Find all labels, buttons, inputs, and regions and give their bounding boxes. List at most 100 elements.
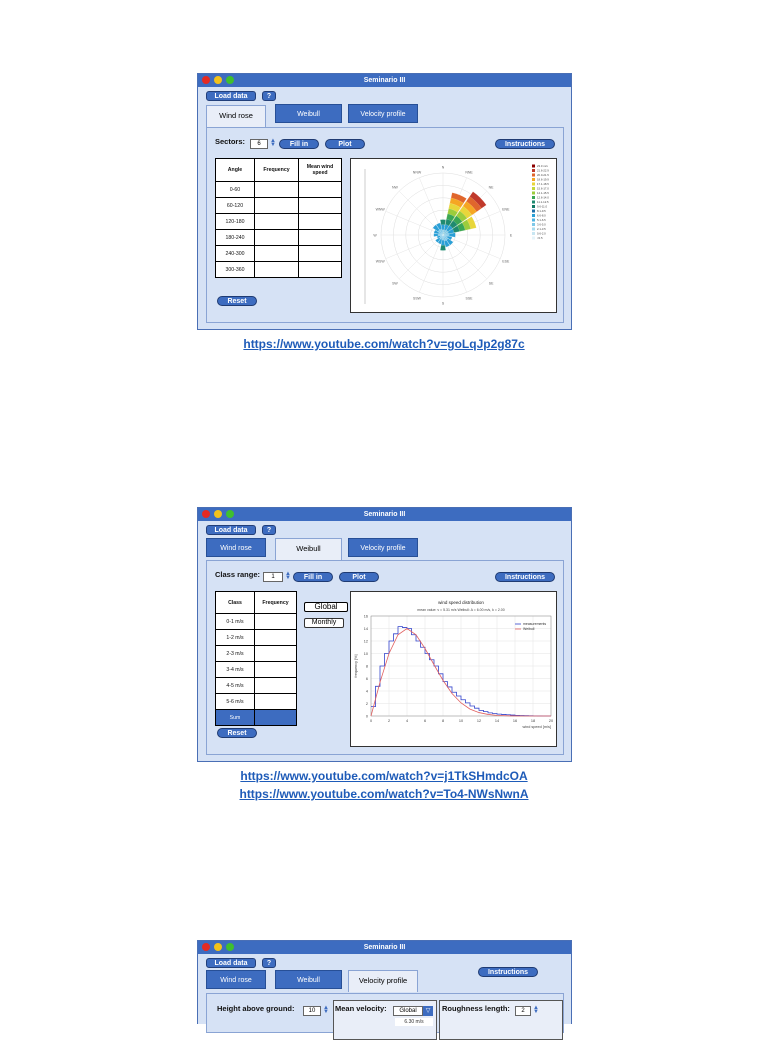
- frequency-cell[interactable]: [254, 645, 297, 662]
- tab-weibull[interactable]: Weibull: [275, 538, 342, 560]
- frequency-cell[interactable]: [254, 181, 299, 198]
- mean-speed-cell[interactable]: [298, 181, 342, 198]
- mean-speed-cell[interactable]: [298, 229, 342, 246]
- rose-legend-label: <0.5: [537, 236, 543, 240]
- mean-speed-cell[interactable]: [298, 245, 342, 262]
- instructions-button[interactable]: Instructions: [495, 572, 555, 582]
- x-axis-label: wind speed [m/s]: [523, 725, 552, 729]
- rose-direction-label: ESE: [502, 260, 510, 264]
- sectors-input[interactable]: 6: [250, 139, 268, 149]
- weibull-svg: wind speed distribution mean value: v = 5…: [354, 600, 553, 729]
- y-axis-label: frequency [%]: [354, 654, 358, 677]
- y-tick-label: 8: [366, 664, 368, 668]
- rose-direction-label: ENE: [502, 207, 510, 211]
- minimize-button[interactable]: [214, 510, 222, 518]
- col-header-frequency: Frequency: [254, 591, 297, 614]
- window-title: Seminario III: [363, 77, 406, 84]
- plot-button[interactable]: Plot: [325, 139, 365, 149]
- legend-label-measurements: measurements: [523, 622, 546, 626]
- window-weibull: Seminario III Load data ? Wind rose Weib…: [197, 507, 572, 762]
- plot-button[interactable]: Plot: [339, 572, 379, 582]
- mean-velocity-option[interactable]: 6.30 m/s: [395, 1018, 433, 1026]
- class-range-stepper[interactable]: ▲ ▼: [285, 571, 291, 581]
- x-tick-label: 18: [531, 719, 535, 723]
- row-angle: 300-360: [215, 261, 255, 278]
- tab-wind-rose[interactable]: Wind rose: [206, 105, 266, 127]
- close-button[interactable]: [202, 943, 210, 951]
- rose-direction-label: NW: [392, 185, 399, 189]
- frequency-cell[interactable]: [254, 677, 297, 694]
- load-data-button[interactable]: Load data: [206, 958, 256, 968]
- mean-speed-cell[interactable]: [298, 213, 342, 230]
- frequency-cell[interactable]: [254, 261, 299, 278]
- frequency-cell[interactable]: [254, 213, 299, 230]
- youtube-link-3[interactable]: https://www.youtube.com/watch?v=To4-NWsN…: [0, 787, 768, 801]
- minimize-button[interactable]: [214, 943, 222, 951]
- maximize-button[interactable]: [226, 76, 234, 84]
- rose-legend-swatch: [532, 178, 535, 181]
- monthly-button[interactable]: Monthly: [304, 618, 344, 628]
- tab-velocity-profile[interactable]: Velocity profile: [348, 538, 418, 557]
- help-button[interactable]: ?: [262, 958, 276, 968]
- mean-speed-cell[interactable]: [298, 261, 342, 278]
- class-range-input[interactable]: 1: [263, 572, 283, 582]
- rose-legend-label: 23.0 m/s: [537, 164, 548, 168]
- rose-legend-swatch: [532, 164, 535, 168]
- y-tick-label: 16: [364, 614, 368, 618]
- mean-speed-cell[interactable]: [298, 197, 342, 214]
- height-input[interactable]: 10: [303, 1006, 321, 1016]
- maximize-button[interactable]: [226, 510, 234, 518]
- rose-legend-label: 15.6-17.0: [537, 187, 549, 191]
- frequency-cell[interactable]: [254, 629, 297, 646]
- maximize-button[interactable]: [226, 943, 234, 951]
- roughness-stepper[interactable]: ▲ ▼: [533, 1005, 539, 1015]
- youtube-link-2[interactable]: https://www.youtube.com/watch?v=j1TkSHmd…: [0, 769, 768, 783]
- row-class: 5-6 m/s: [215, 693, 255, 710]
- close-button[interactable]: [202, 510, 210, 518]
- velocity-panel: Height above ground: 10 ▲ ▼ Mean velocity…: [206, 993, 564, 1040]
- rose-legend-swatch: [532, 200, 535, 204]
- tab-weibull[interactable]: Weibull: [275, 970, 342, 989]
- frequency-cell[interactable]: [254, 245, 299, 262]
- roughness-input[interactable]: 2: [515, 1006, 531, 1016]
- x-tick-label: 4: [406, 719, 408, 723]
- tab-velocity-profile[interactable]: Velocity profile: [348, 104, 418, 123]
- instructions-button[interactable]: Instructions: [495, 139, 555, 149]
- close-button[interactable]: [202, 76, 210, 84]
- reset-button[interactable]: Reset: [217, 296, 257, 306]
- load-data-button[interactable]: Load data: [206, 91, 256, 101]
- frequency-cell[interactable]: [254, 613, 297, 630]
- height-label: Height above ground:: [217, 1004, 295, 1013]
- help-button[interactable]: ?: [262, 525, 276, 535]
- rose-direction-label: WSW: [376, 260, 386, 264]
- global-button[interactable]: Global: [304, 602, 348, 612]
- x-tick-label: 2: [388, 719, 390, 723]
- mean-velocity-select[interactable]: Global: [393, 1006, 423, 1016]
- tab-velocity-profile[interactable]: Velocity profile: [348, 970, 418, 992]
- x-tick-label: 0: [370, 719, 372, 723]
- frequency-cell[interactable]: [254, 197, 299, 214]
- fill-in-button[interactable]: Fill in: [279, 139, 319, 149]
- rose-direction-label: NE: [489, 185, 495, 189]
- tab-wind-rose[interactable]: Wind rose: [206, 538, 266, 557]
- sectors-stepper[interactable]: ▲ ▼: [270, 138, 276, 148]
- rose-legend-swatch: [532, 205, 535, 208]
- reset-button[interactable]: Reset: [217, 728, 257, 738]
- tab-weibull[interactable]: Weibull: [275, 104, 342, 123]
- frequency-cell[interactable]: [254, 229, 299, 246]
- fill-in-button[interactable]: Fill in: [293, 572, 333, 582]
- chevron-down-icon[interactable]: ▽: [423, 1006, 433, 1016]
- rose-legend-label: 6.6-8.0: [537, 214, 546, 218]
- tab-wind-rose[interactable]: Wind rose: [206, 970, 266, 989]
- row-class: 2-3 m/s: [215, 645, 255, 662]
- height-stepper[interactable]: ▲ ▼: [323, 1005, 329, 1015]
- help-button[interactable]: ?: [262, 91, 276, 101]
- frequency-cell[interactable]: [254, 661, 297, 678]
- instructions-button[interactable]: Instructions: [478, 967, 538, 977]
- load-data-button[interactable]: Load data: [206, 525, 256, 535]
- sectors-label: Sectors:: [215, 137, 246, 146]
- youtube-link-1[interactable]: https://www.youtube.com/watch?v=goLqJp2g…: [0, 337, 768, 351]
- col-header-class: Class: [215, 591, 255, 614]
- frequency-cell[interactable]: [254, 693, 297, 710]
- minimize-button[interactable]: [214, 76, 222, 84]
